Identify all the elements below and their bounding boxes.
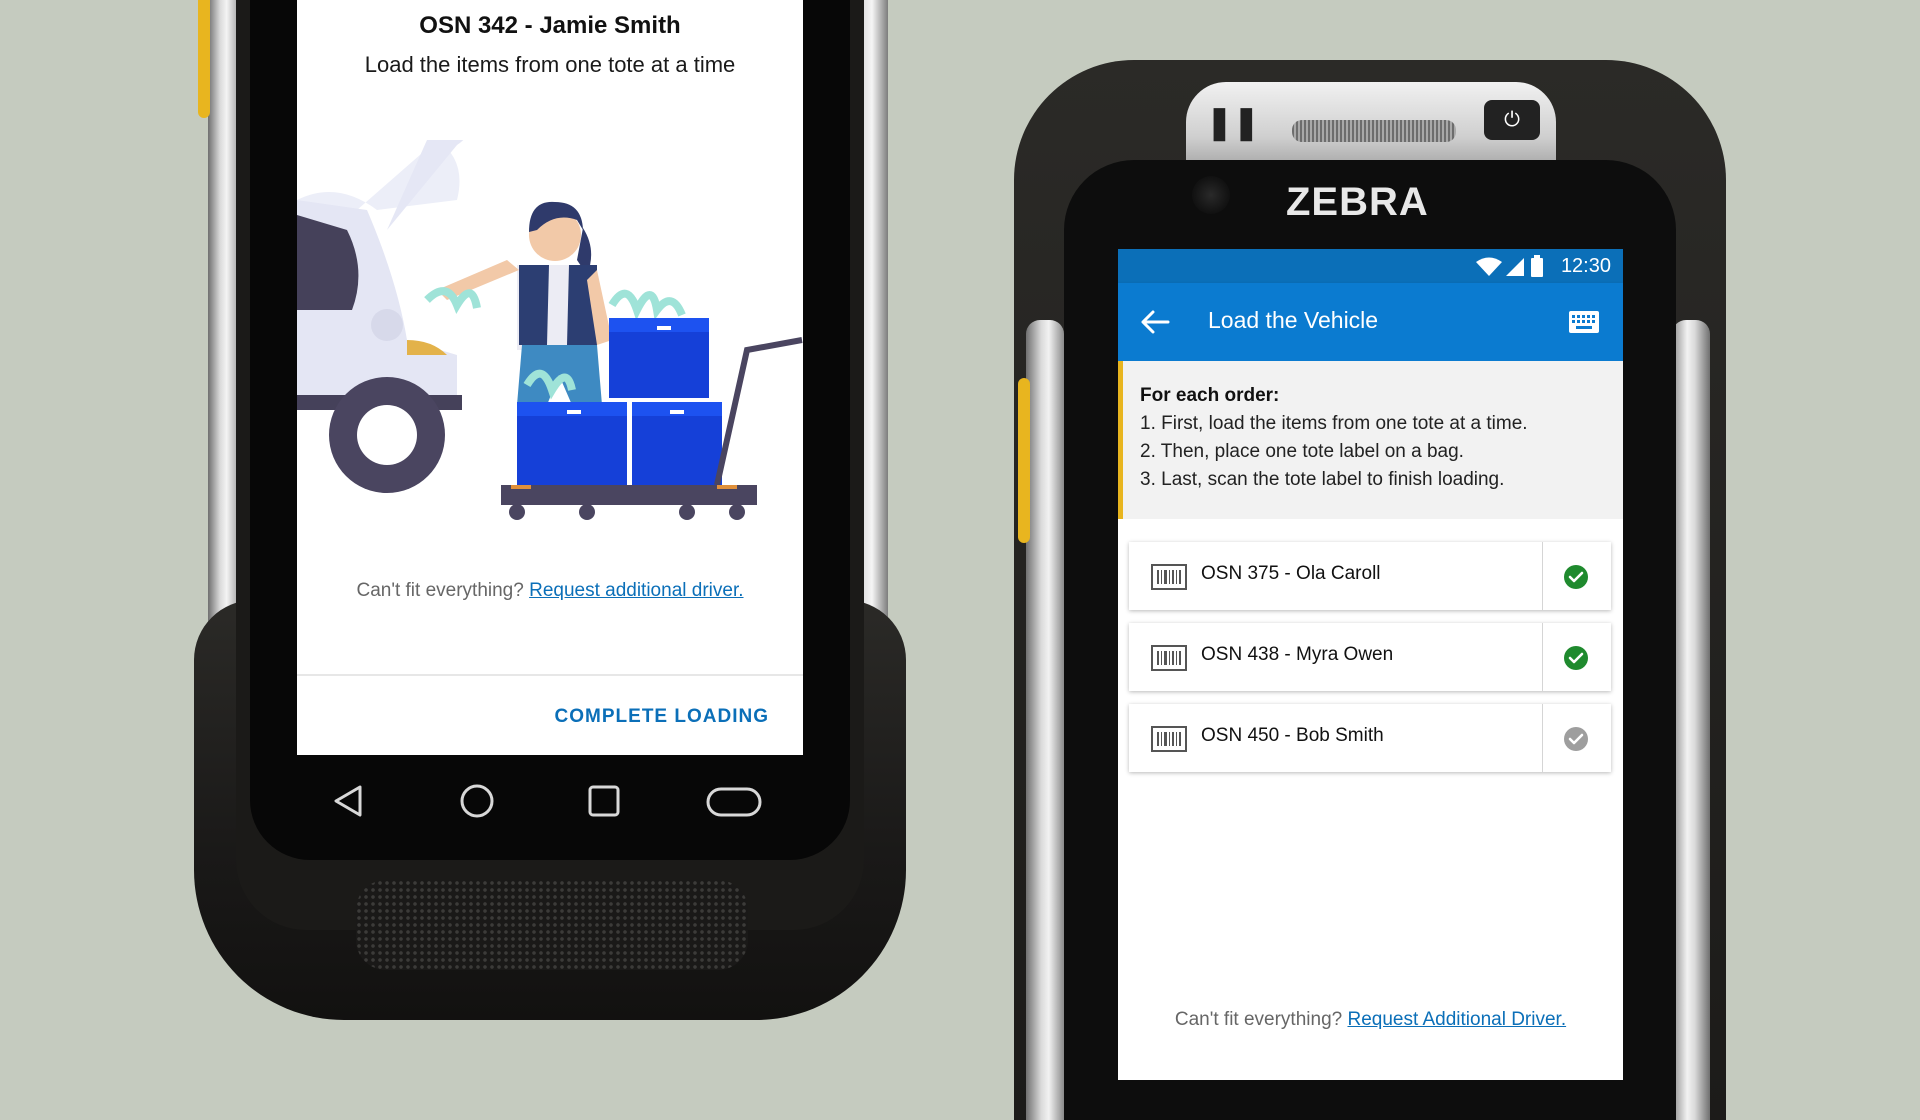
- device-side-rail: [1026, 320, 1064, 1120]
- order-label: OSN 375 - Ola Caroll: [1201, 563, 1381, 584]
- left-device: [0, 0, 1920, 1080]
- battery-icon: [1531, 255, 1543, 277]
- scan-trigger-button: [1018, 378, 1030, 543]
- scan-trigger-button: [198, 0, 210, 118]
- order-title: OSN 342 - Jamie Smith: [419, 12, 681, 39]
- divider: [297, 674, 803, 676]
- earpiece-speaker: [1292, 120, 1456, 142]
- speaker-grille: [356, 880, 748, 970]
- loading-illustration: [297, 140, 803, 520]
- barcode-icon: [1151, 645, 1187, 671]
- device-side-rail: [208, 0, 242, 700]
- device-side-rail: [848, 0, 888, 660]
- order-subtitle: Load the items from one tote at a time: [364, 52, 736, 77]
- divider: [1542, 704, 1543, 772]
- right-device: ❚❚ ⏻ ZEBRA: [0, 0, 1920, 1120]
- brand-logo: ZEBRA: [1286, 180, 1429, 224]
- check-complete-icon: [1564, 565, 1588, 589]
- order-label: OSN 450 - Bob Smith: [1201, 725, 1384, 746]
- keyboard-icon[interactable]: [1569, 311, 1599, 333]
- signal-icon: [1506, 258, 1524, 276]
- complete-loading-button[interactable]: COMPLETE LOADING: [555, 706, 769, 728]
- request-driver-link[interactable]: Request additional driver.: [529, 580, 743, 601]
- front-camera: [1192, 176, 1230, 214]
- order-label: OSN 438 - Myra Owen: [1201, 644, 1394, 665]
- order-item[interactable]: OSN 375 - Ola Caroll: [1129, 542, 1611, 610]
- cant-fit-message: Can't fit everything? Request additional…: [297, 580, 803, 602]
- recents-square-icon[interactable]: [587, 783, 621, 819]
- wifi-icon: [1476, 257, 1502, 276]
- pause-icon: ❚❚: [1206, 104, 1260, 140]
- cant-fit-message: Can't fit everything? Request Additional…: [1118, 1009, 1623, 1031]
- left-screen: OSN 342 - Jamie Smith Load the items fro…: [297, 0, 803, 755]
- barcode-icon: [1151, 726, 1187, 752]
- right-screen: 12:30 Load the Vehicle For each order: 1…: [1118, 249, 1623, 1080]
- instructions-heading: For each order:: [1140, 385, 1280, 406]
- cant-fit-text: Can't fit everything?: [356, 580, 524, 601]
- order-item[interactable]: OSN 438 - Myra Owen: [1129, 623, 1611, 691]
- instruction-step: 1. First, load the items from one tote a…: [1140, 413, 1528, 434]
- pill-icon[interactable]: [705, 783, 763, 819]
- device-top-cap: [1186, 82, 1556, 174]
- power-icon: ⏻: [1484, 100, 1540, 140]
- app-bar: Load the Vehicle: [1118, 283, 1623, 361]
- status-time: 12:30: [1560, 255, 1611, 277]
- instruction-step: 2. Then, place one tote label on a bag.: [1140, 441, 1464, 462]
- cant-fit-text: Can't fit everything?: [1174, 1009, 1343, 1030]
- instructions-panel: For each order: 1. First, load the items…: [1118, 361, 1623, 519]
- device-side-rail: [1672, 320, 1710, 1120]
- instruction-step: 3. Last, scan the tote label to finish l…: [1140, 469, 1505, 490]
- page-title: Load the Vehicle: [1208, 307, 1379, 333]
- order-item[interactable]: OSN 450 - Bob Smith: [1129, 704, 1611, 772]
- request-driver-link[interactable]: Request Additional Driver.: [1347, 1009, 1566, 1030]
- arrow-back-icon[interactable]: [1138, 305, 1172, 339]
- instructions-accent-bar: [1118, 361, 1123, 519]
- check-complete-icon: [1564, 646, 1588, 670]
- check-pending-icon: [1564, 727, 1588, 751]
- barcode-icon: [1151, 564, 1187, 590]
- home-circle-icon[interactable]: [459, 783, 495, 819]
- back-triangle-icon[interactable]: [331, 783, 365, 819]
- status-bar: 12:30: [1118, 249, 1623, 283]
- android-nav-bar: [297, 755, 803, 850]
- divider: [1542, 542, 1543, 610]
- divider: [1542, 623, 1543, 691]
